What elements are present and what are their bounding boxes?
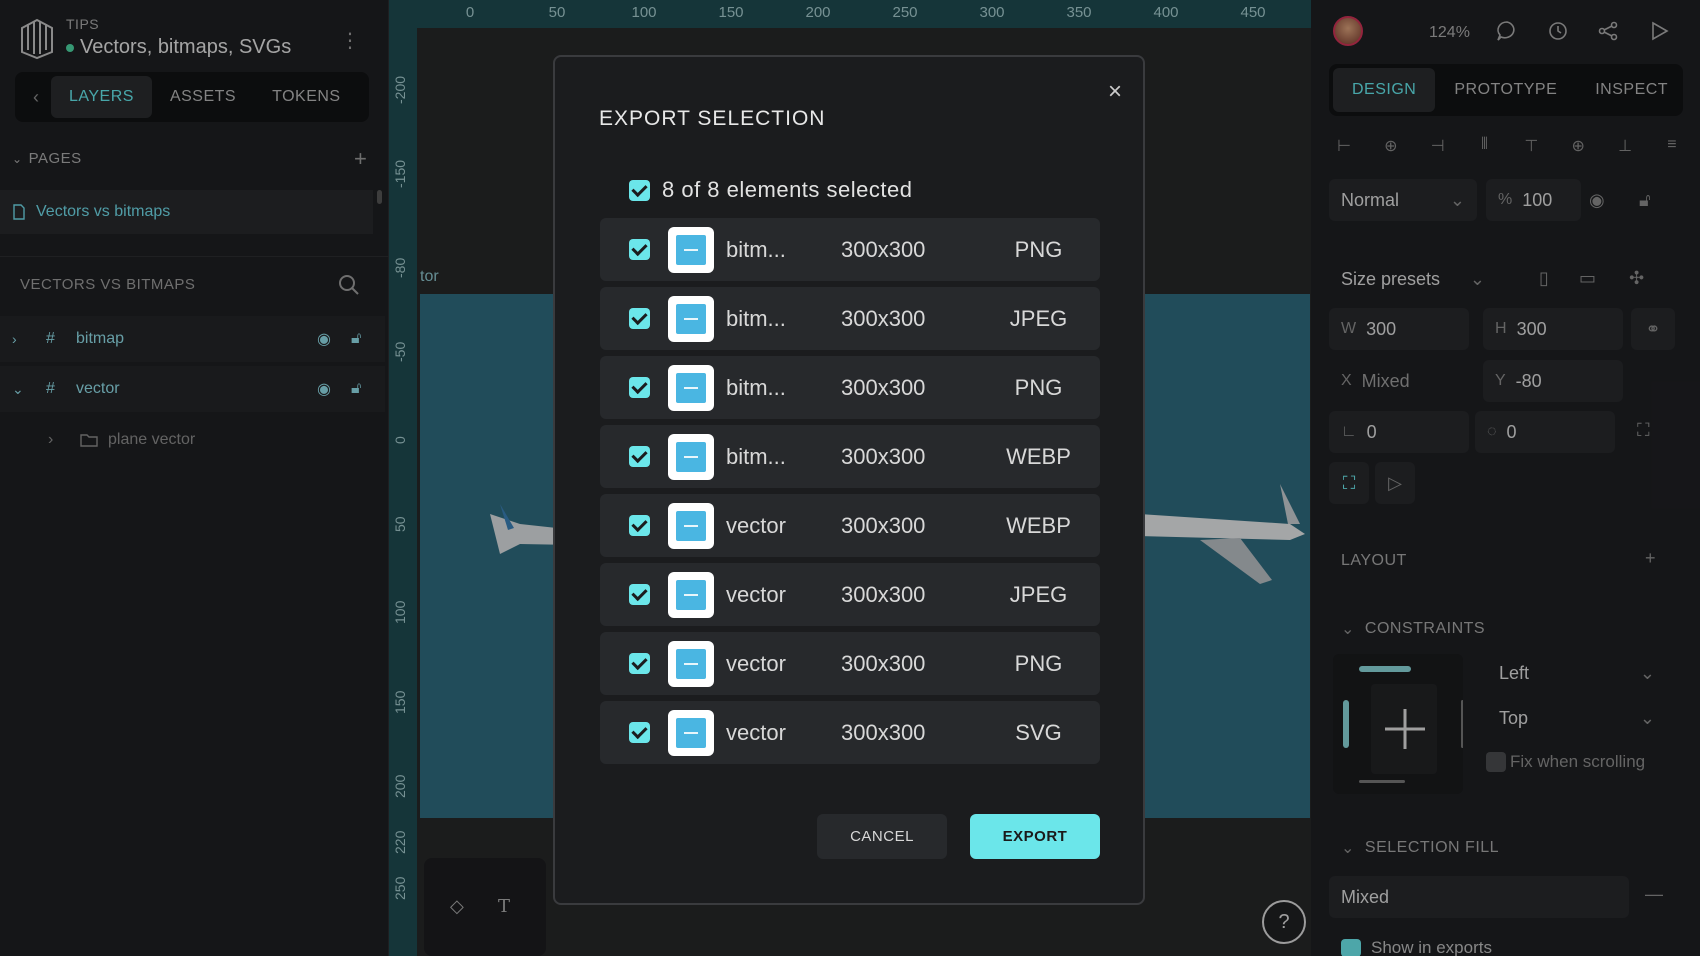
export-list: bitm... 300x300 PNG bitm... 300x300 JPEG… (600, 218, 1100, 770)
element-size: 300x300 (841, 650, 926, 676)
row-checkbox[interactable] (629, 722, 650, 743)
element-format: JPEG (1009, 581, 1068, 607)
image-thumbnail-icon (668, 502, 714, 549)
export-button[interactable]: EXPORT (970, 814, 1100, 859)
element-name: bitm... (726, 443, 786, 469)
export-row[interactable]: bitm... 300x300 JPEG (600, 287, 1100, 350)
cancel-button[interactable]: CANCEL (817, 814, 947, 859)
element-size: 300x300 (841, 443, 926, 469)
row-checkbox[interactable] (629, 377, 650, 398)
image-thumbnail-icon (668, 640, 714, 687)
element-format: SVG (1015, 719, 1062, 745)
row-checkbox[interactable] (629, 653, 650, 674)
element-name: vector (726, 719, 786, 745)
element-name: bitm... (726, 236, 786, 262)
select-all-checkbox[interactable] (629, 179, 650, 201)
image-thumbnail-icon (668, 709, 714, 756)
export-row[interactable]: vector 300x300 JPEG (600, 563, 1100, 626)
element-format: PNG (1014, 650, 1063, 676)
image-thumbnail-icon (668, 226, 714, 273)
export-row[interactable]: vector 300x300 PNG (600, 632, 1100, 695)
image-thumbnail-icon (668, 433, 714, 480)
element-size: 300x300 (841, 512, 926, 538)
element-name: vector (726, 581, 786, 607)
element-size: 300x300 (841, 236, 926, 262)
element-size: 300x300 (841, 581, 926, 607)
export-selection-dialog: EXPORT SELECTION × 8 of 8 elements selec… (553, 55, 1145, 905)
element-name: bitm... (726, 305, 786, 331)
element-format: PNG (1014, 374, 1063, 400)
element-name: vector (726, 512, 786, 538)
image-thumbnail-icon (668, 571, 714, 618)
element-format: WEBP (1006, 512, 1071, 538)
dialog-title: EXPORT SELECTION (599, 107, 826, 130)
row-checkbox[interactable] (629, 584, 650, 605)
export-row[interactable]: vector 300x300 WEBP (600, 494, 1100, 557)
selection-summary: 8 of 8 elements selected (662, 177, 913, 202)
image-thumbnail-icon (668, 364, 714, 411)
element-format: WEBP (1006, 443, 1071, 469)
row-checkbox[interactable] (629, 308, 650, 329)
select-all-row[interactable]: 8 of 8 elements selected (629, 177, 912, 203)
export-row[interactable]: bitm... 300x300 PNG (600, 218, 1100, 281)
close-icon[interactable]: × (1104, 80, 1126, 104)
row-checkbox[interactable] (629, 446, 650, 467)
element-size: 300x300 (841, 719, 926, 745)
element-format: PNG (1014, 236, 1063, 262)
element-name: vector (726, 650, 786, 676)
image-thumbnail-icon (668, 295, 714, 342)
element-name: bitm... (726, 374, 786, 400)
element-size: 300x300 (841, 305, 926, 331)
row-checkbox[interactable] (629, 239, 650, 260)
element-size: 300x300 (841, 374, 926, 400)
export-row[interactable]: bitm... 300x300 WEBP (600, 425, 1100, 488)
element-format: JPEG (1009, 305, 1068, 331)
export-row[interactable]: bitm... 300x300 PNG (600, 356, 1100, 419)
row-checkbox[interactable] (629, 515, 650, 536)
export-row[interactable]: vector 300x300 SVG (600, 701, 1100, 764)
